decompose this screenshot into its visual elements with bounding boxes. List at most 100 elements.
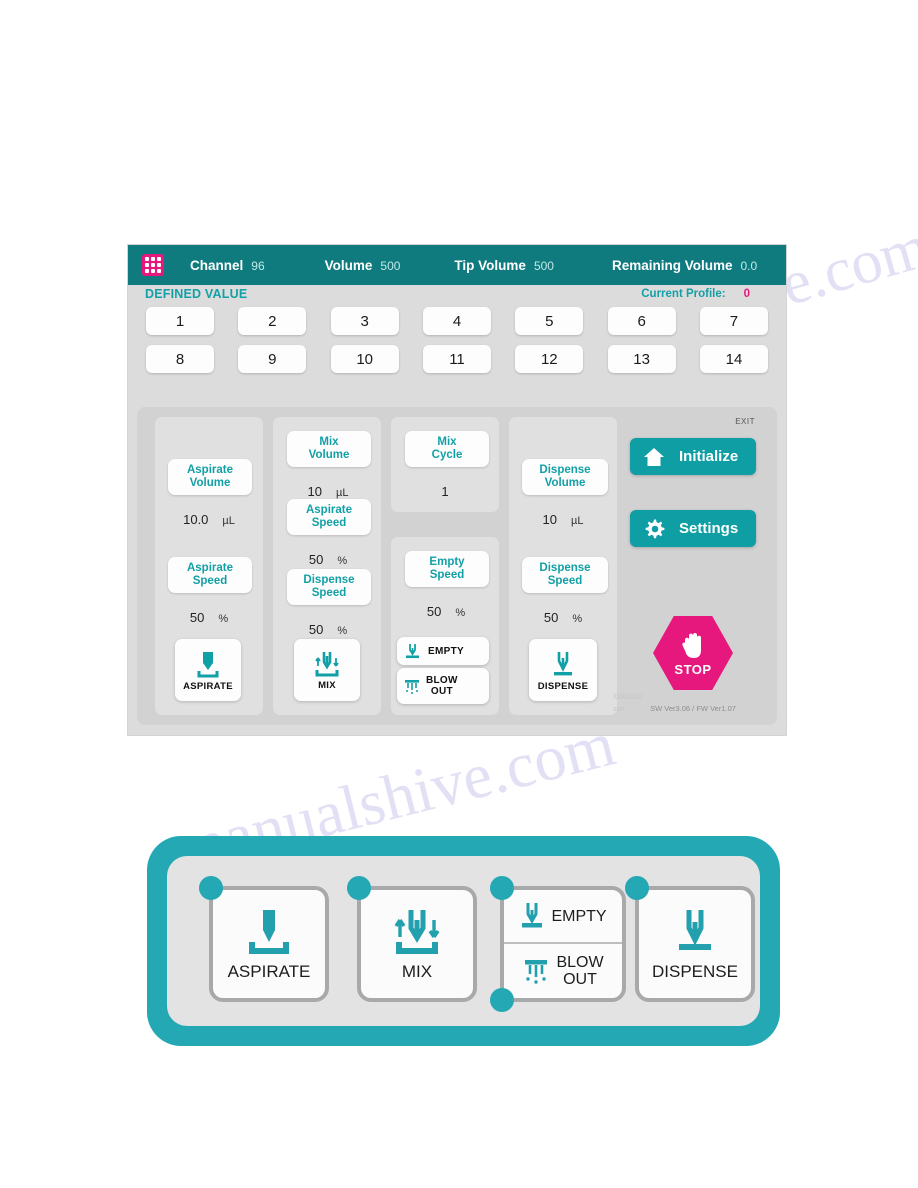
profile-keypad: 1 2 3 4 5 6 7 8 9 10 11 12 13 14 [128, 307, 786, 383]
aspirate-action-button[interactable]: ASPIRATE [175, 639, 241, 701]
mix-dispense-speed-label[interactable]: Dispense Speed [287, 569, 371, 605]
grid-icon[interactable] [142, 254, 164, 276]
stop-button[interactable]: STOP [653, 616, 733, 690]
legend-callout-dot [490, 988, 514, 1012]
current-profile-label: Current Profile: [641, 288, 726, 300]
aspirate-icon [242, 906, 296, 958]
mix-aspirate-speed-label[interactable]: Aspirate Speed [287, 499, 371, 535]
mix-action-button[interactable]: MIX [294, 639, 360, 701]
keypad-button-11[interactable]: 11 [422, 345, 491, 373]
main-control-panel: Aspirate Volume 10.0 µL Aspirate Speed 5… [137, 407, 777, 725]
exit-button[interactable]: EXIT [735, 417, 755, 426]
legend-inner-panel: ASPIRATE MIX EMPTY BLOW OUT DISPENSE [167, 856, 760, 1026]
legend-card-dispense[interactable]: DISPENSE [625, 876, 755, 1002]
legend-card-mix[interactable]: MIX [347, 876, 477, 1002]
serial-text: /0000000 [613, 694, 643, 701]
empty-action-button[interactable]: EMPTY [397, 637, 489, 665]
legend-card-aspirate[interactable]: ASPIRATE [199, 876, 329, 1002]
status-tip-volume: Tip Volume 500 [454, 258, 554, 273]
legend-label-aspirate: ASPIRATE [227, 962, 311, 981]
mix-dispense-speed-unit: % [337, 625, 348, 637]
settings-button[interactable]: Settings [630, 510, 756, 547]
keypad-button-9[interactable]: 9 [238, 345, 307, 373]
legend-label-mix: MIX [401, 962, 433, 981]
keypad-button-1[interactable]: 1 [146, 307, 214, 335]
aspirate-volume-value: 10.0 [183, 512, 209, 527]
keypad-button-8[interactable]: 8 [146, 345, 214, 373]
serial-text-secondary: stat [613, 706, 625, 713]
mix-aspirate-speed-unit: % [337, 555, 348, 567]
mix-dispense-speed-value: 50 [308, 622, 324, 637]
status-volume-value: 500 [380, 258, 401, 273]
mix-cycle-label[interactable]: Mix Cycle [405, 431, 489, 467]
mix-icon [311, 650, 343, 678]
legend-label-blowout: BLOW OUT [556, 954, 604, 988]
keypad-button-3[interactable]: 3 [330, 307, 399, 335]
status-tip-volume-value: 500 [533, 258, 554, 273]
mix-cycle-readout: 1 [405, 484, 485, 499]
mix-volume-unit: µL [336, 487, 349, 499]
aspirate-speed-readout: 50 % [168, 610, 250, 625]
blowout-icon [522, 955, 550, 987]
aspirate-speed-label[interactable]: Aspirate Speed [168, 557, 252, 593]
hand-icon [677, 630, 709, 664]
keypad-row-1: 1 2 3 4 5 6 7 [128, 307, 786, 335]
dispense-volume-label[interactable]: Dispense Volume [522, 459, 608, 495]
keypad-button-2[interactable]: 2 [238, 307, 307, 335]
legend-card-empty-blowout[interactable]: EMPTY BLOW OUT [490, 876, 626, 1012]
mix-cycle-value: 1 [441, 484, 449, 499]
aspirate-speed-value: 50 [189, 610, 205, 625]
keypad-button-14[interactable]: 14 [699, 345, 768, 373]
settings-button-label: Settings [679, 520, 739, 537]
legend-empty-half[interactable]: EMPTY [504, 890, 622, 944]
legend-callout-dot [199, 876, 223, 900]
dispense-speed-label[interactable]: Dispense Speed [522, 557, 608, 593]
status-remaining-volume-label: Remaining Volume [611, 257, 733, 273]
keypad-button-13[interactable]: 13 [607, 345, 676, 373]
firmware-version-text: SW Ver3.06 / FW Ver1.07 [650, 704, 736, 713]
keypad-button-12[interactable]: 12 [515, 345, 584, 373]
mix-action-label: MIX [318, 679, 336, 691]
device-screen: Channel 96 Volume 500 Tip Volume 500 Rem… [128, 245, 786, 735]
status-header-bar: Channel 96 Volume 500 Tip Volume 500 Rem… [128, 245, 786, 285]
keypad-button-10[interactable]: 10 [330, 345, 399, 373]
blowout-action-button[interactable]: BLOW OUT [397, 668, 489, 704]
empty-speed-readout: 50 % [405, 604, 487, 619]
dispense-speed-value: 50 [543, 610, 559, 625]
status-volume: Volume 500 [325, 258, 401, 273]
status-remaining-volume: Remaining Volume 0.0 [612, 258, 757, 273]
stop-button-label: STOP [674, 661, 712, 677]
legend-strip: ASPIRATE MIX EMPTY BLOW OUT DISPENSE [147, 836, 780, 1046]
dispense-column: Dispense Volume 10 µL Dispense Speed 50 … [509, 417, 617, 715]
legend-label-empty: EMPTY [551, 907, 607, 925]
empty-speed-label[interactable]: Empty Speed [405, 551, 489, 587]
aspirate-volume-readout: 10.0 µL [168, 512, 250, 527]
dispense-speed-readout: 50 % [522, 610, 604, 625]
status-channel-label: Channel [190, 257, 244, 273]
mix-volume-label[interactable]: Mix Volume [287, 431, 371, 467]
legend-callout-dot [347, 876, 371, 900]
aspirate-volume-label[interactable]: Aspirate Volume [168, 459, 252, 495]
initialize-button[interactable]: Initialize [630, 438, 756, 475]
keypad-button-4[interactable]: 4 [422, 307, 491, 335]
home-icon [643, 446, 665, 468]
mix-volume-value: 10 [307, 484, 322, 499]
defined-value-strip: DEFINED VALUE Current Profile: 0 [128, 285, 786, 305]
keypad-button-5[interactable]: 5 [515, 307, 584, 335]
dispense-speed-unit: % [572, 613, 583, 625]
empty-action-label: EMPTY [428, 645, 464, 657]
mix-cycle-column: Mix Cycle 1 [391, 417, 499, 512]
keypad-button-6[interactable]: 6 [607, 307, 676, 335]
mix-volume-readout: 10 µL [287, 484, 369, 499]
status-tip-volume-label: Tip Volume [454, 257, 526, 273]
mix-icon [387, 906, 447, 958]
gear-icon [643, 518, 665, 540]
mix-aspirate-speed-readout: 50 % [287, 552, 369, 567]
dispense-action-button[interactable]: DISPENSE [529, 639, 597, 701]
dispense-icon [548, 649, 578, 679]
dispense-volume-unit: µL [571, 515, 584, 527]
keypad-button-7[interactable]: 7 [699, 307, 768, 335]
legend-blowout-half[interactable]: BLOW OUT [504, 944, 622, 998]
dispense-volume-value: 10 [542, 512, 557, 527]
current-profile-value: 0 [743, 288, 750, 300]
